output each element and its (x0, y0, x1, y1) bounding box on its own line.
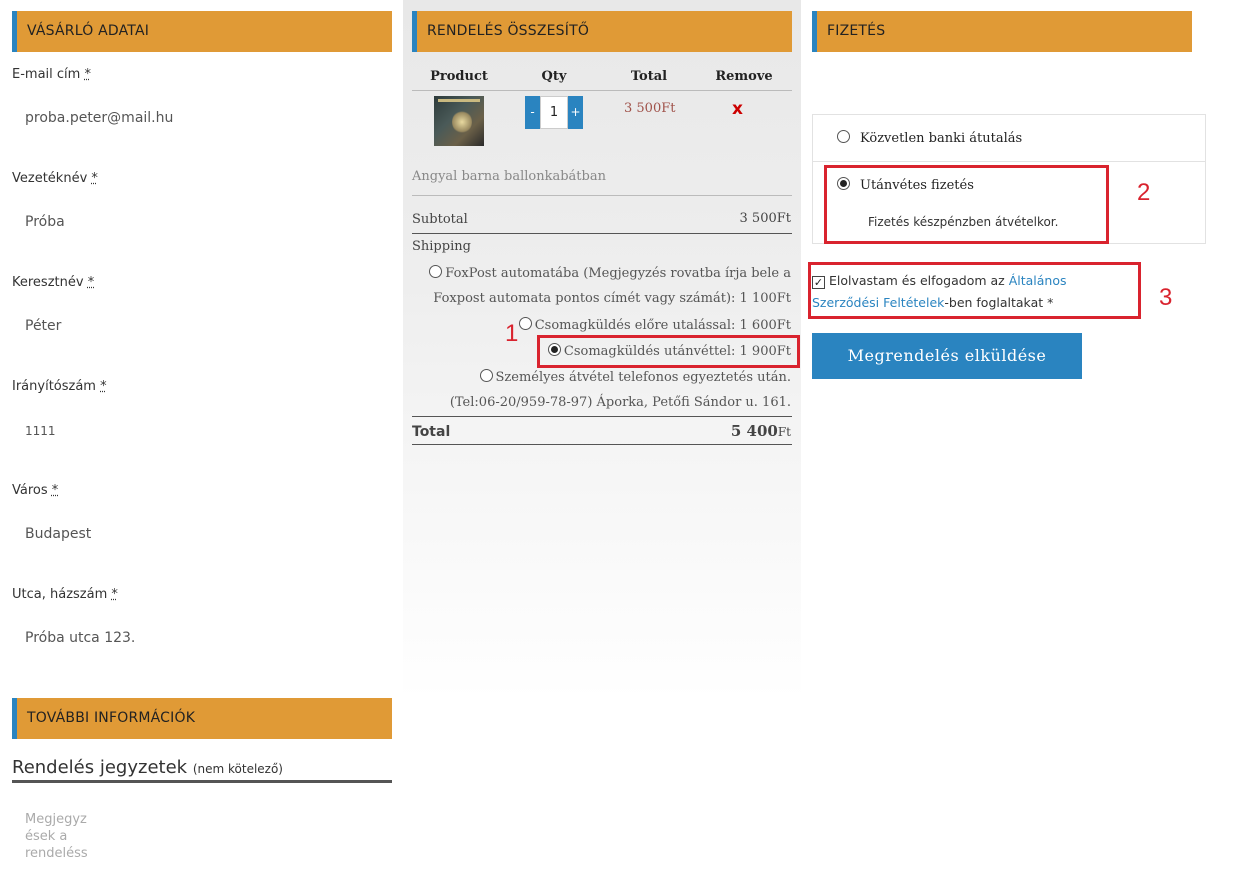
radio-icon[interactable] (479, 369, 493, 382)
payment-option-bank[interactable]: Közvetlen banki átutalás (812, 114, 1206, 162)
zip-label: Irányítószám * (12, 379, 107, 394)
street-field[interactable]: Próba utca 123. (25, 630, 135, 646)
email-label: E-mail cím * (12, 67, 91, 82)
annotation-label-1: 1 (505, 320, 519, 347)
city-label: Város * (12, 483, 59, 498)
item-total: 3 500Ft (624, 101, 676, 116)
product-thumbnail[interactable] (434, 96, 484, 146)
qty-input[interactable]: 1 (540, 96, 568, 129)
col-total: Total (630, 69, 668, 84)
extra-section-header: TOVÁBBI INFORMÁCIÓK (12, 698, 392, 739)
item-divider (412, 195, 792, 196)
qty-minus-button[interactable]: - (525, 96, 540, 129)
notes-divider (12, 780, 392, 783)
header-divider (412, 90, 792, 91)
submit-order-button[interactable]: Megrendelés elküldése (812, 333, 1082, 379)
street-label: Utca, házszám * (12, 587, 118, 602)
shipping-option-foxpost[interactable]: FoxPost automatába (Megjegyzés rovatba í… (429, 265, 791, 281)
col-product: Product (430, 69, 488, 84)
customer-section-header: VÁSÁRLÓ ADATAI (12, 11, 392, 52)
total-top-divider (412, 416, 792, 417)
radio-icon[interactable] (837, 130, 850, 143)
shipping-option-foxpost-line2: Foxpost automata pontos címét vagy számá… (433, 291, 791, 306)
col-qty: Qty (541, 69, 567, 84)
total-bottom-divider (412, 444, 792, 445)
shipping-option-pickup[interactable]: Személyes átvétel telefonos egyeztetés u… (479, 369, 791, 385)
zip-field[interactable]: 1111 (25, 424, 56, 438)
subtotal-divider (412, 233, 792, 234)
firstname-label: Keresztnév * (12, 275, 95, 290)
total-label: Total (412, 424, 451, 440)
shipping-option-prepaid[interactable]: Csomagküldés előre utalással: 1 600Ft (518, 317, 791, 333)
notes-title: Rendelés jegyzetek (nem kötelező) (12, 757, 283, 778)
lastname-label: Vezetéknév * (12, 171, 98, 186)
notes-textarea[interactable]: Megjegyz ések a rendeléss (25, 811, 95, 862)
product-name: Angyal barna ballonkabátban (412, 169, 606, 184)
annotation-box-2 (824, 165, 1109, 244)
annotation-box-1 (537, 335, 800, 368)
subtotal-label: Subtotal (412, 212, 468, 227)
radio-icon[interactable] (518, 317, 532, 330)
qty-plus-button[interactable]: + (568, 96, 583, 129)
radio-icon[interactable] (429, 265, 443, 278)
total-value: 5 400Ft (730, 422, 791, 440)
annotation-box-3 (808, 262, 1141, 319)
shipping-option-pickup-line2: (Tel:06-20/959-78-97) Áporka, Petőfi Sán… (449, 395, 791, 410)
annotation-label-2: 2 (1137, 179, 1151, 206)
summary-section-header: RENDELÉS ÖSSZESÍTŐ (412, 11, 792, 52)
col-remove: Remove (715, 69, 773, 84)
shipping-label: Shipping (412, 239, 471, 254)
lastname-field[interactable]: Próba (25, 214, 65, 230)
subtotal-value: 3 500Ft (739, 211, 791, 226)
payment-section-header: FIZETÉS (812, 11, 1192, 52)
email-field[interactable]: proba.peter@mail.hu (25, 110, 173, 126)
firstname-field[interactable]: Péter (25, 318, 61, 334)
remove-icon[interactable]: x (732, 99, 743, 119)
city-field[interactable]: Budapest (25, 526, 91, 542)
annotation-label-3: 3 (1159, 284, 1173, 311)
